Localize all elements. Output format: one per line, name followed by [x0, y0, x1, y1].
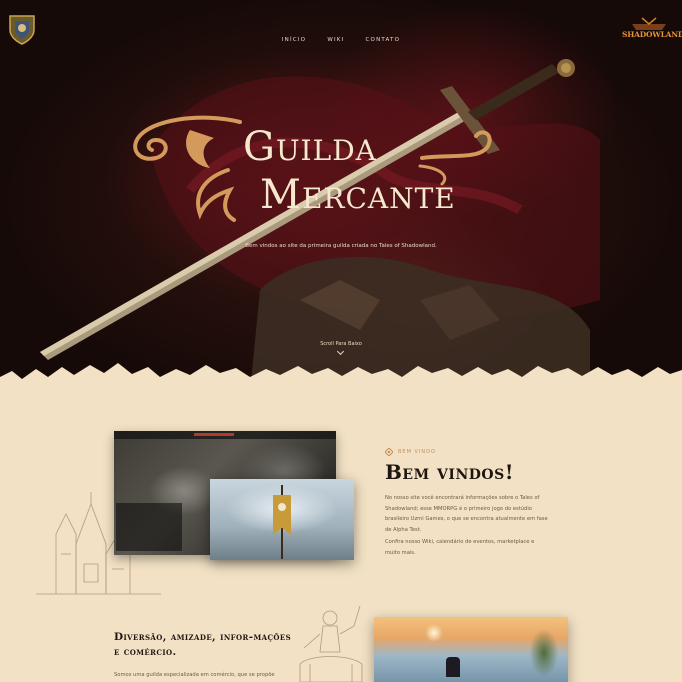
knight-sketch-illustration	[299, 605, 363, 682]
welcome-paragraph-2: Confira nosso Wiki, calendário de evento…	[385, 539, 535, 556]
tree-scenery	[522, 623, 562, 682]
game-logo-text: SHADOWLAND	[622, 30, 682, 39]
fun-section-paragraph: Somos uma guilda especializada em comérc…	[114, 672, 275, 678]
nav-link-contato[interactable]: CONTATO	[366, 37, 401, 43]
game-health-bar	[194, 433, 234, 436]
hero-section: INÍCIO WIKI CONTATO SHADOWLAND Guilda Me…	[0, 0, 682, 392]
tales-of-shadowland-logo[interactable]: SHADOWLAND	[622, 14, 682, 40]
gameplay-screenshot-2	[210, 479, 354, 560]
welcome-kicker-text: BEM VINDO	[398, 449, 436, 455]
torn-paper-edge	[0, 363, 682, 392]
main-navigation: INÍCIO WIKI CONTATO	[0, 26, 682, 45]
horse-rider-figure	[446, 657, 460, 677]
hero-subtitle: Bem vindos ao site da primeira guilda cr…	[245, 243, 437, 249]
banner-emblem-icon	[278, 503, 286, 511]
scroll-down-link[interactable]: Scroll Para Baixo	[0, 341, 682, 347]
fun-section-title: Diversão, amizade, infor-mações e comérc…	[114, 631, 292, 658]
welcome-title: Bem vindos!	[385, 460, 514, 484]
hero-title-line2: Mercante	[260, 172, 456, 218]
game-chat-panel	[116, 503, 182, 551]
hero-title-line1: Guilda	[243, 124, 377, 170]
hero-title-block: Guilda Mercante	[130, 110, 530, 230]
welcome-paragraph-1: No nosso site você encontrará informaçõe…	[385, 495, 548, 533]
nav-link-wiki[interactable]: WIKI	[327, 37, 344, 43]
diamond-icon	[385, 448, 393, 456]
gameplay-screenshot-3	[374, 617, 568, 682]
nav-link-inicio[interactable]: INÍCIO	[282, 37, 306, 43]
